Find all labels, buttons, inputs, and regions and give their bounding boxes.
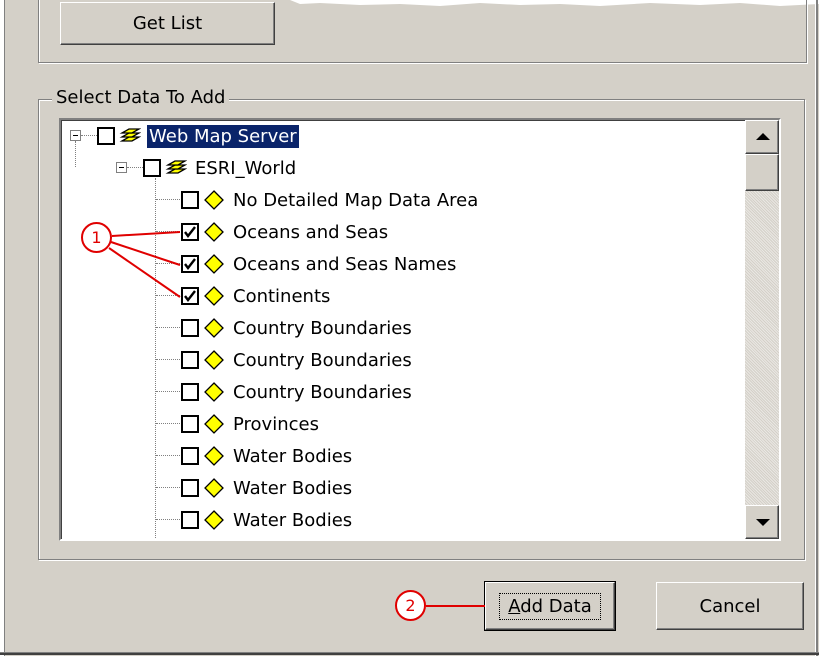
get-list-button[interactable]: Get List	[60, 2, 275, 45]
cancel-button[interactable]: Cancel	[656, 582, 804, 630]
layer-checkbox[interactable]	[181, 223, 199, 241]
tree-connector-line	[156, 295, 180, 296]
scroll-up-button[interactable]	[745, 120, 779, 154]
layer-diamond-icon	[203, 413, 225, 435]
tree-item-label: Oceans and Seas	[231, 221, 390, 244]
tree-item-layer[interactable]: Water Bodies	[181, 472, 354, 504]
tree-connector-line	[156, 391, 180, 392]
layer-diamond-icon	[203, 477, 225, 499]
layer-checkbox[interactable]	[97, 127, 115, 145]
scroll-thumb[interactable]	[745, 154, 779, 191]
layer-checkbox[interactable]	[181, 447, 199, 465]
tree-vertical-scrollbar[interactable]	[745, 120, 779, 539]
tree-connector-line	[156, 455, 180, 456]
window-frame-bottom	[0, 652, 819, 655]
layer-checkbox[interactable]	[181, 383, 199, 401]
tree-item-label: Water Bodies	[231, 509, 354, 532]
layer-diamond-icon	[203, 381, 225, 403]
layer-checkbox[interactable]	[143, 159, 161, 177]
select-data-group-label: Select Data To Add	[52, 87, 229, 108]
tree-item-label: Water Bodies	[231, 445, 354, 468]
layer-diamond-icon	[203, 349, 225, 371]
scroll-up-arrow-icon	[756, 133, 770, 140]
tree-item-label: Country Boundaries	[231, 317, 414, 340]
tree-connector-line	[156, 263, 180, 264]
tree-item-label: Country Boundaries	[231, 381, 414, 404]
layer-stack-icon	[119, 125, 141, 147]
callout-2: 2	[395, 590, 426, 621]
tree-connector-line	[156, 359, 180, 360]
layer-checkbox[interactable]	[181, 351, 199, 369]
layer-checkbox[interactable]	[181, 415, 199, 433]
tree-connector-line	[156, 423, 180, 424]
layer-checkbox[interactable]	[181, 319, 199, 337]
tree-item-label: Country Boundaries	[231, 349, 414, 372]
tree-item-label: Water Bodies	[231, 477, 354, 500]
tree-item-label: ESRI_World	[193, 157, 298, 180]
tree-item-label: Continents	[231, 285, 332, 308]
tree-item-web-map-server[interactable]: Web Map Server	[97, 120, 299, 152]
window-frame-right	[815, 0, 818, 656]
add-data-button[interactable]: Add Data	[485, 582, 615, 630]
tree-item-layer[interactable]: Water Bodies	[181, 504, 354, 536]
tree-connector-line	[156, 487, 180, 488]
get-list-label: Get List	[133, 13, 202, 34]
checkmark-icon	[183, 225, 197, 239]
layer-diamond-icon	[203, 189, 225, 211]
tree-item-label: Web Map Server	[147, 125, 299, 148]
layer-diamond-icon	[203, 509, 225, 531]
layer-stack-icon	[165, 157, 187, 179]
tree-connector-line	[81, 135, 97, 136]
tree-connector-line	[156, 519, 180, 520]
tree-item-layer[interactable]: Water Bodies	[181, 440, 354, 472]
tree-item-esri-world[interactable]: ESRI_World	[143, 152, 298, 184]
window-frame-left	[0, 0, 5, 656]
layer-diamond-icon	[203, 285, 225, 307]
tree-item-layer[interactable]: Country Boundaries	[181, 376, 414, 408]
tree-item-label: Provinces	[231, 413, 321, 436]
layer-checkbox[interactable]	[181, 479, 199, 497]
scroll-down-button[interactable]	[745, 505, 779, 539]
layer-diamond-icon	[203, 445, 225, 467]
checkmark-icon	[183, 289, 197, 303]
layer-checkbox[interactable]	[181, 511, 199, 529]
collapse-root-icon[interactable]	[70, 130, 81, 141]
tree-connector-line	[127, 167, 143, 168]
tree-connector-line	[75, 141, 76, 167]
tree-connector-line	[156, 327, 180, 328]
layer-checkbox[interactable]	[181, 287, 199, 305]
layer-diamond-icon	[203, 221, 225, 243]
tree-item-layer[interactable]: Country Boundaries	[181, 344, 414, 376]
collapse-service-icon[interactable]	[116, 162, 127, 173]
layer-diamond-icon	[203, 253, 225, 275]
checkmark-icon	[183, 257, 197, 271]
tree-connector-line	[156, 199, 180, 200]
cancel-label: Cancel	[700, 596, 761, 617]
tree-item-label: No Detailed Map Data Area	[231, 189, 480, 212]
layer-checkbox[interactable]	[181, 255, 199, 273]
tree-connector-line	[156, 231, 180, 232]
tree-item-layer[interactable]: No Detailed Map Data Area	[181, 184, 480, 216]
layer-diamond-icon	[203, 317, 225, 339]
tree-item-layer[interactable]: Oceans and Seas	[181, 216, 390, 248]
tree-item-layer[interactable]: Country Boundaries	[181, 312, 414, 344]
layer-tree-view[interactable]: Web Map Server ESRI_World No Detailed Map …	[59, 118, 781, 541]
add-data-label: Add Data	[499, 593, 601, 620]
tree-item-layer[interactable]: Oceans and Seas Names	[181, 248, 458, 280]
tree-item-layer[interactable]: Continents	[181, 280, 332, 312]
scroll-down-arrow-icon	[756, 519, 770, 526]
tree-item-layer[interactable]: Provinces	[181, 408, 321, 440]
layer-checkbox[interactable]	[181, 191, 199, 209]
tree-item-label: Oceans and Seas Names	[231, 253, 458, 276]
callout-1: 1	[81, 222, 112, 253]
